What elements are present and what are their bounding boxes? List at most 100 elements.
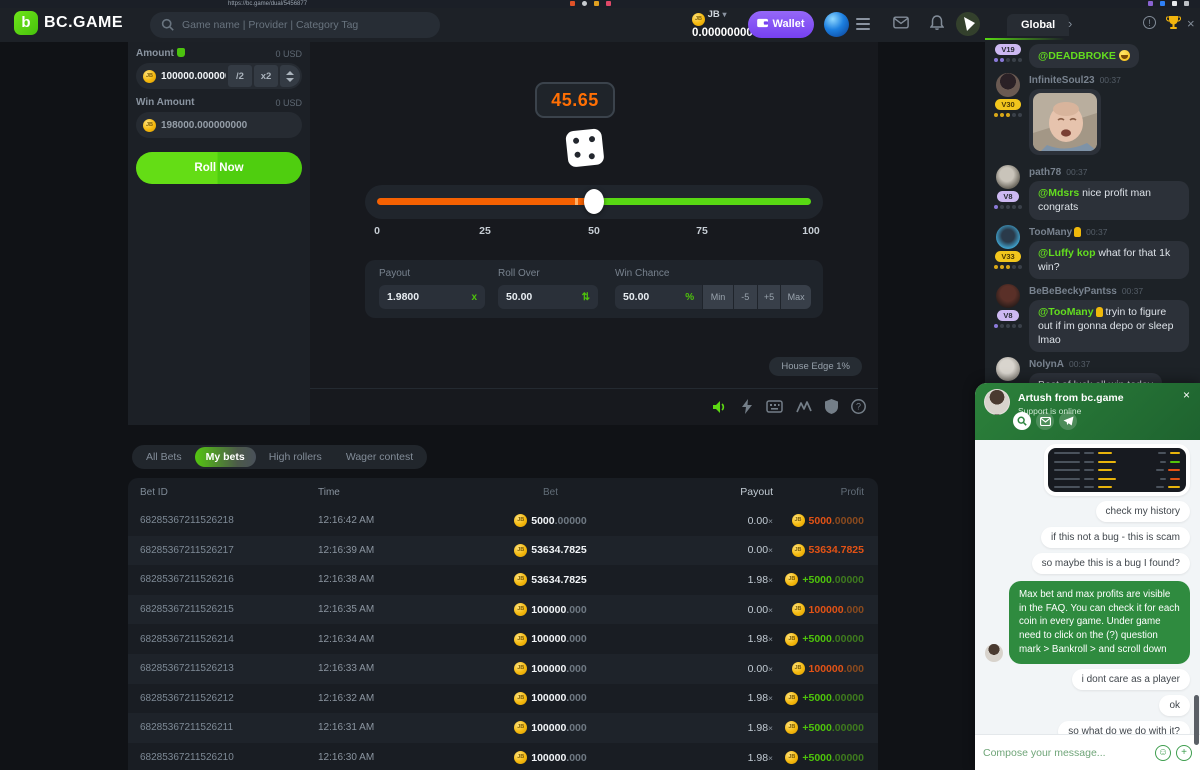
table-row[interactable]: 6828536721152621812:16:42 AM JB5000.0000… xyxy=(128,506,878,536)
table-row[interactable]: 6828536721152621012:16:30 AM JB100000.00… xyxy=(128,743,878,770)
half-bet-button[interactable]: /2 xyxy=(228,65,252,87)
jb-coin-icon: JB xyxy=(143,70,156,83)
step-down-icon[interactable] xyxy=(286,78,294,82)
username[interactable]: NolynA xyxy=(1029,359,1064,370)
multiplier-x-icon: x xyxy=(471,292,477,303)
user-message: ok xyxy=(1159,695,1190,716)
mail-icon[interactable] xyxy=(893,16,909,29)
avatar[interactable] xyxy=(996,357,1020,381)
support-agent-name: Artush from bc.game xyxy=(1018,392,1124,404)
menu-list-icon[interactable] xyxy=(856,18,870,33)
minus5-button[interactable]: -5 xyxy=(734,285,757,309)
avatar[interactable] xyxy=(996,225,1020,249)
close-icon[interactable]: × xyxy=(1183,388,1190,402)
tab-high-rollers[interactable]: High rollers xyxy=(258,447,333,467)
bcgame-logo-text[interactable]: BC.GAME xyxy=(44,14,123,32)
level-badge: V33 xyxy=(995,251,1020,262)
scrollbar-thumb[interactable] xyxy=(1194,695,1199,745)
house-edge-badge: House Edge 1% xyxy=(769,357,862,376)
balance-display[interactable]: JB JB ▾ 0.00000000 xyxy=(692,9,753,39)
emoji-picker-icon[interactable]: ☺ xyxy=(1155,745,1171,761)
bet-amount-field[interactable]: JB 100000.00000000 /2 x2 xyxy=(136,63,302,89)
sound-icon[interactable] xyxy=(712,400,728,414)
game-search[interactable] xyxy=(150,12,440,38)
currency-code: JB xyxy=(708,9,720,20)
search-icon[interactable] xyxy=(1013,412,1031,430)
tab-wager-contest[interactable]: Wager contest xyxy=(335,447,424,467)
table-row[interactable]: 6828536721152621312:16:33 AM JB100000.00… xyxy=(128,654,878,684)
chat-avatar[interactable] xyxy=(956,12,980,36)
table-row[interactable]: 6828536721152621612:16:38 AM JB53634.782… xyxy=(128,565,878,595)
bcgame-logo-icon[interactable]: b xyxy=(14,11,38,35)
table-row[interactable]: 6828536721152621112:16:31 AM JB100000.00… xyxy=(128,713,878,743)
table-row[interactable]: 6828536721152621412:16:34 AM JB100000.00… xyxy=(128,624,878,654)
trophy-icon[interactable] xyxy=(1166,15,1181,30)
tab-all-bets[interactable]: All Bets xyxy=(135,447,193,467)
swap-icon[interactable]: ⇅ xyxy=(582,292,590,303)
telegram-icon[interactable] xyxy=(1059,412,1077,430)
compose-input[interactable] xyxy=(983,747,1150,759)
table-row[interactable]: 6828536721152621712:16:39 AM JB53634.782… xyxy=(128,536,878,566)
support-chat-widget: Artush from bc.game Support is online × … xyxy=(975,383,1200,770)
hotkeys-icon[interactable] xyxy=(766,400,783,413)
avatar[interactable] xyxy=(996,165,1020,189)
win-amount-label: Win Amount xyxy=(136,97,194,108)
laughing-emoji xyxy=(1119,50,1130,61)
fairness-shield-icon[interactable] xyxy=(825,399,838,414)
game-parameters: Payout 1.9800 x Roll Over 50.00 ⇅ Win Ch… xyxy=(365,260,823,318)
avatar[interactable] xyxy=(996,73,1020,97)
slider-track[interactable] xyxy=(377,198,811,205)
payout-field[interactable]: 1.9800 x xyxy=(379,285,485,309)
bet-amount-value[interactable]: 100000.00000000 xyxy=(161,71,226,82)
bell-icon[interactable] xyxy=(930,15,944,31)
table-row[interactable]: 6828536721152621512:16:35 AM JB100000.00… xyxy=(128,595,878,625)
tick-0: 0 xyxy=(374,225,380,237)
jb-coin-icon: JB xyxy=(692,13,705,26)
max-button[interactable]: Max xyxy=(781,285,811,309)
roll-now-button[interactable]: Roll Now xyxy=(136,152,302,184)
chevron-right-icon[interactable]: › xyxy=(1068,16,1072,31)
email-icon[interactable] xyxy=(1036,412,1054,430)
wallet-button[interactable]: Wallet xyxy=(748,11,814,38)
search-input[interactable] xyxy=(182,12,432,38)
username[interactable]: TooMany xyxy=(1029,227,1072,238)
wallet-icon xyxy=(757,18,769,28)
win-chance-field[interactable]: 50.00 % Min -5 +5 Max xyxy=(615,285,811,309)
username[interactable]: path78 xyxy=(1029,167,1061,178)
username[interactable]: InfiniteSoul23 xyxy=(1029,75,1095,86)
tick-75: 75 xyxy=(696,225,708,237)
agent-message-row: Max bet and max profits are visible in t… xyxy=(1009,581,1190,664)
chat-message: V8 path7800:37 @Mdsrs nice profit man co… xyxy=(993,165,1192,219)
address-bar[interactable]: https://bc.game/dual/5456877 xyxy=(228,0,307,8)
attached-screenshot[interactable] xyxy=(1044,444,1190,496)
dice-slider[interactable] xyxy=(365,185,823,219)
trends-icon[interactable] xyxy=(796,401,812,413)
table-header: Bet ID Time Bet Payout Profit xyxy=(128,478,878,506)
roll-over-field[interactable]: 50.00 ⇅ xyxy=(498,285,598,309)
attach-plus-icon[interactable]: + xyxy=(1176,745,1192,761)
close-icon[interactable]: × xyxy=(1187,16,1195,31)
help-icon[interactable]: ? xyxy=(851,399,866,414)
browser-extension-icons[interactable] xyxy=(570,1,575,6)
crying-baby-photo[interactable] xyxy=(1033,93,1097,151)
avatar[interactable] xyxy=(996,284,1020,308)
double-bet-button[interactable]: x2 xyxy=(254,65,278,87)
user-avatar[interactable] xyxy=(824,12,849,37)
username[interactable]: BeBeBeckyPantss xyxy=(1029,286,1117,297)
tab-my-bets[interactable]: My bets xyxy=(195,447,256,467)
level-badge: V19 xyxy=(995,44,1020,55)
amount-usd: 0 USD xyxy=(275,49,302,59)
table-row[interactable]: 6828536721152621212:16:32 AM JB100000.00… xyxy=(128,684,878,714)
slider-handle[interactable] xyxy=(584,189,604,214)
tab-global-chat[interactable]: Global xyxy=(1007,14,1069,36)
plus5-button[interactable]: +5 xyxy=(758,285,781,309)
game-footer-icons: ? xyxy=(712,399,866,414)
win-amount-value: 198000.000000000 xyxy=(161,120,300,131)
turbo-icon[interactable] xyxy=(741,399,753,414)
chat-rules-icon[interactable]: ! xyxy=(1143,16,1156,29)
win-amount-field[interactable]: JB 198000.000000000 xyxy=(136,112,302,138)
amount-stepper[interactable] xyxy=(280,65,300,87)
step-up-icon[interactable] xyxy=(286,71,294,75)
user-message: i dont care as a player xyxy=(1072,669,1190,690)
min-button[interactable]: Min xyxy=(703,285,733,309)
